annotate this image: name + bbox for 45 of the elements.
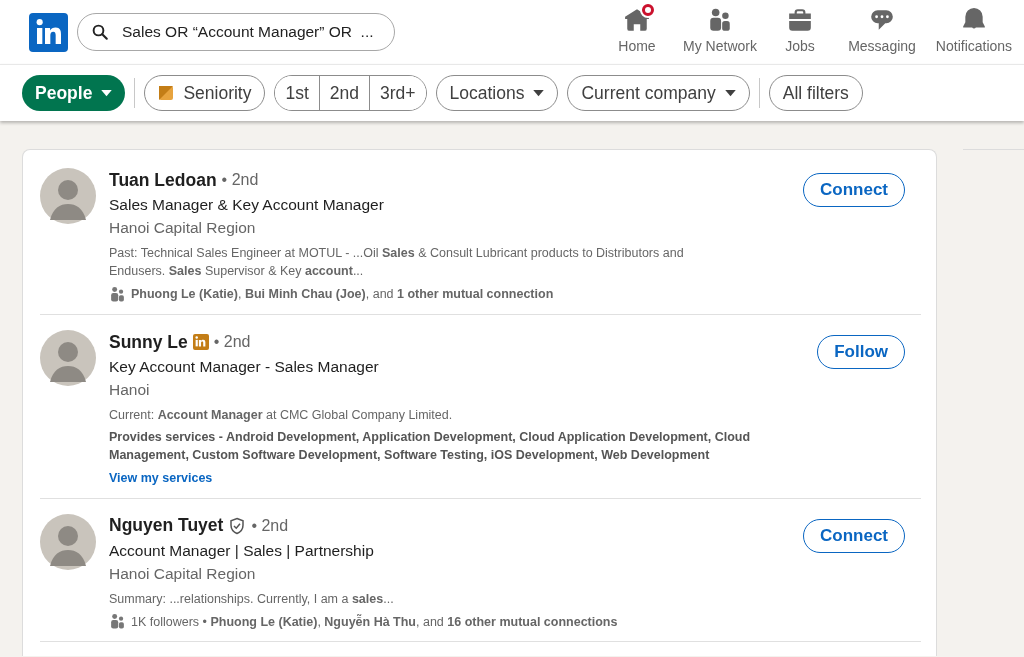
connection-degree: • 2nd — [213, 331, 251, 352]
nav-item[interactable]: Notifications — [930, 0, 1018, 64]
filter-button[interactable]: All filters — [768, 75, 863, 111]
people-icon — [109, 285, 126, 303]
caret-icon — [101, 89, 113, 97]
services-link[interactable]: View my services — [109, 468, 213, 488]
location: Hanoi Capital Region — [109, 563, 257, 584]
summary-snippet: Past: Technical Sales Engineer at MOTUL - ...Oil Sales & Consult Lubricant products to Distributors and Endusers. Sales Supervisor & Key account... — [109, 245, 685, 280]
profile-name[interactable]: Sunny Le — [109, 328, 188, 355]
headline: Sales Manager & Key Account Manager — [109, 195, 385, 215]
location: Hanoi Capital Region — [109, 218, 257, 238]
search-icon — [91, 23, 109, 41]
degree-option[interactable]: 3rd+ — [369, 76, 426, 110]
headline: Key Account Manager - Sales Manager — [109, 356, 380, 377]
action-button[interactable]: Connect — [803, 518, 905, 553]
profile-photo — [40, 168, 96, 224]
nav-item[interactable]: Jobs — [766, 0, 834, 64]
caret-icon — [533, 89, 545, 97]
action-button[interactable]: Follow — [817, 334, 905, 369]
summary-snippet: Current: Account Manager at CMC Global Company Limited. — [109, 406, 454, 424]
filter-button[interactable]: People — [22, 75, 126, 111]
nav-item[interactable]: Home — [600, 0, 674, 64]
filter-button[interactable]: Seniority — [144, 75, 266, 111]
connection-degree: • 2nd — [251, 515, 289, 536]
nav-item[interactable]: My Network — [674, 0, 766, 64]
mutual-connections: 1K followers • Phuong Le (Katie), Nguyễn Hà Thu, and 16 other mutual connections — [131, 613, 618, 631]
search-field[interactable]: Sales OR “Account Manager” OR ... — [77, 13, 395, 51]
filter-button[interactable]: Current company — [567, 75, 750, 111]
briefcase-icon — [787, 7, 813, 33]
profile-name[interactable]: Nguyen Tuyet — [109, 512, 224, 539]
action-button[interactable]: Connect — [803, 173, 905, 207]
logo-icon — [29, 12, 68, 52]
caret-icon — [724, 89, 736, 97]
summary-snippet: Summary: ...relationships. Currently, I am a sales... — [109, 590, 395, 608]
square-icon — [158, 85, 175, 101]
filter-button[interactable]: Locations — [435, 75, 559, 111]
connection-degree: • 2nd — [221, 170, 259, 190]
people-icon — [707, 7, 733, 33]
mutual-connections: Phuong Le (Katie), Bui Minh Chau (Joe), and 1 other mutual connection — [131, 286, 554, 303]
headline: Account Manager | Sales | Partnership — [109, 540, 375, 561]
nav-item[interactable]: Messaging — [834, 0, 930, 64]
profile-name[interactable]: Tuan Ledoan — [109, 166, 217, 194]
services-text: Provides services - Android Development, Application Development, Cloud Application Development, Cloud Management, Custom Software Development, Software Testing, iOS Development, Web Development — [109, 428, 752, 464]
location: Hanoi — [109, 379, 151, 400]
people-icon — [109, 613, 126, 631]
